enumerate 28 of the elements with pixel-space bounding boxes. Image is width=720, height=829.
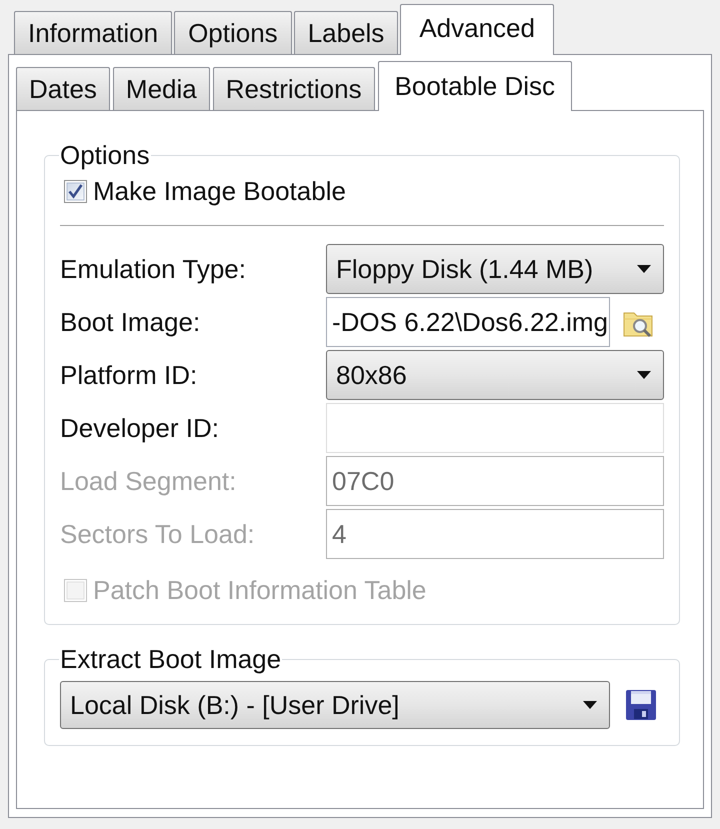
tab[interactable]: Options: [174, 11, 292, 54]
field-label: Emulation Type:: [60, 255, 247, 283]
tab[interactable]: Information: [14, 11, 172, 54]
text-field[interactable]: [326, 403, 664, 453]
dropdown-arrow-icon: [637, 371, 651, 379]
field-label: Developer ID:: [60, 414, 220, 442]
tab[interactable]: Labels: [294, 11, 398, 54]
group-title: Extract Boot Image: [59, 645, 282, 673]
field-label: Sectors To Load:: [60, 520, 256, 548]
field-label: Boot Image:: [60, 308, 202, 336]
field-label: Load Segment:: [60, 467, 238, 495]
checkbox-label: Patch Boot Information Table: [93, 576, 426, 604]
dropdown[interactable]: 80x86: [326, 350, 664, 400]
group-title: Options: [59, 141, 151, 169]
floppy-disk-save-icon[interactable]: [625, 689, 657, 721]
tab[interactable]: Restrictions: [212, 67, 375, 110]
checkbox-label: Make Image Bootable: [93, 177, 346, 205]
tab[interactable]: Dates: [16, 67, 110, 110]
dropdown[interactable]: Local Disk (B:) - [User Drive]: [60, 681, 610, 729]
tab[interactable]: Bootable Disc: [378, 61, 572, 111]
dropdown-arrow-icon: [637, 265, 651, 273]
tab[interactable]: Advanced: [400, 4, 554, 55]
checkbox[interactable]: [64, 180, 87, 202]
field-label: Platform ID:: [60, 361, 198, 389]
file-path-field[interactable]: -DOS 6.22\Dos6.22.img: [326, 297, 610, 347]
tab[interactable]: Media: [112, 67, 210, 110]
dropdown[interactable]: Floppy Disk (1.44 MB): [326, 244, 664, 294]
dropdown-arrow-icon: [583, 701, 597, 709]
